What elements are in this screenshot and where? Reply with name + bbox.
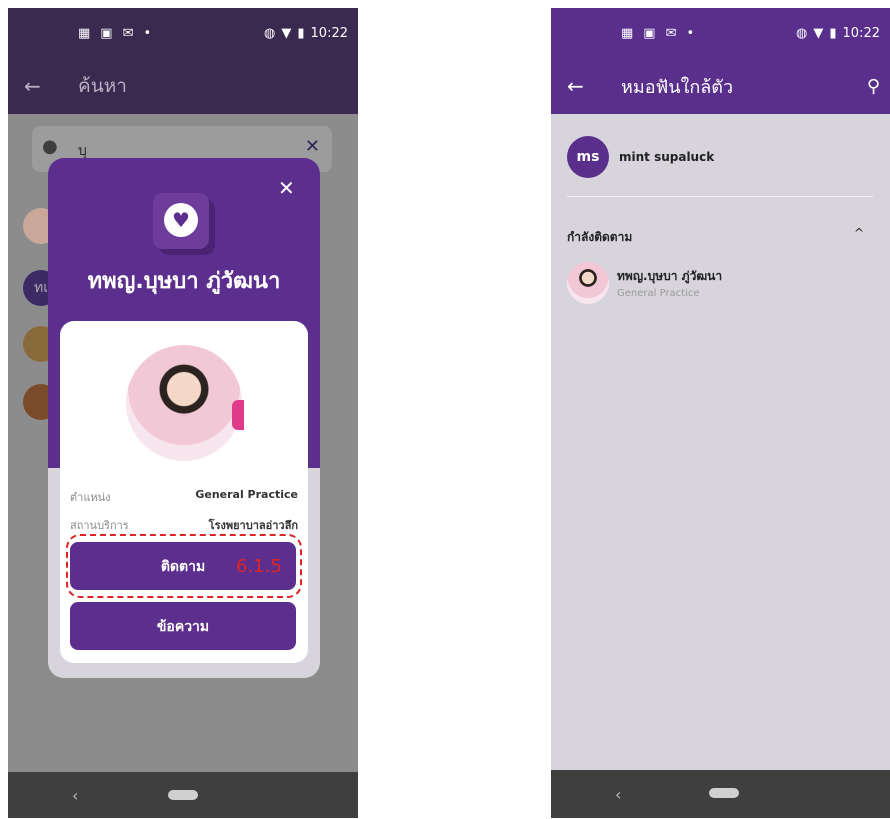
dot-icon: • [686,25,695,41]
nav-back-icon[interactable]: ‹ [72,786,78,805]
page-title: ค้นหา [78,75,127,97]
divider [567,196,873,197]
calendar-icon: ▦ [78,25,91,41]
clear-icon[interactable]: ✕ [305,136,320,157]
person-icon: ● [42,136,58,157]
app-bar: ← หมอฟันใกล้ตัว ⚲ [551,58,890,114]
nav-home-button[interactable] [709,788,739,798]
nav-home-button[interactable] [168,790,198,800]
battery-icon: ▮ [829,25,837,41]
sheet-icon: ▣ [643,25,656,41]
annotation-step-label: 6.1.5 [236,556,282,577]
avatar [567,262,609,304]
phone-left: ▦ ▣ ✉ • ◍ ▼ ▮ 10:22 ← ค้นหา ● บุ ✕ ทเ ✕ … [8,8,358,818]
list-item[interactable]: ทพญ.บุษบา ภู่วัฒนา General Practice [567,262,722,304]
system-icons: ◍ ▼ ▮ 10:22 [264,26,348,41]
back-button[interactable]: ← [567,74,584,98]
app-logo: ♥ [153,193,209,249]
following-section-title: กำลังติดตาม [567,230,633,244]
list-item-text: ทพญ.บุษบา ภู่วัฒนา General Practice [617,267,722,299]
gmail-icon: ✉ [665,25,677,41]
position-label: ตำแหน่ง [70,491,111,504]
search-icon[interactable]: ⚲ [867,76,880,97]
position-value: General Practice [195,488,298,501]
tooth-icon: ♥ [164,203,198,237]
app-bar: ← ค้นหา [8,58,358,114]
status-bar: ▦ ▣ ✉ • ◍ ▼ ▮ 10:22 [8,8,358,58]
vibrate-icon: ◍ [796,25,808,41]
wifi-icon: ▼ [813,25,824,41]
status-bar: ▦ ▣ ✉ • ◍ ▼ ▮ 10:22 [551,8,890,58]
clock: 10:22 [842,25,880,41]
back-button[interactable]: ← [24,74,41,98]
battery-icon: ▮ [297,25,305,41]
phone-right: ▦ ▣ ✉ • ◍ ▼ ▮ 10:22 ← หมอฟันใกล้ตัว ⚲ ms… [551,8,890,818]
doctor-photo [126,345,242,461]
doctor-name: ทพญ.บุษบา ภู่วัฒนา [617,269,723,283]
dot-icon: • [143,25,152,41]
message-button[interactable]: ข้อความ [70,602,296,650]
doctor-specialty: General Practice [617,288,700,299]
gmail-icon: ✉ [122,25,134,41]
vibrate-icon: ◍ [264,25,276,41]
notification-icons: ▦ ▣ ✉ • [621,26,694,41]
user-profile-row[interactable]: ms mint supaluck [567,136,714,178]
facility-label: สถานบริการ [70,519,129,532]
facility-value: โรงพยาบาลอ่าวลึก [208,519,298,532]
doctor-name: ทพญ.บุษบา ภู่วัฒนา [87,269,281,294]
nav-bar: ‹ [551,770,890,818]
avatar: ms [567,136,609,178]
notification-icons: ▦ ▣ ✉ • [78,26,151,41]
nav-bar: ‹ [8,772,358,818]
sheet-icon: ▣ [100,25,113,41]
calendar-icon: ▦ [621,25,634,41]
page-title: หมอฟันใกล้ตัว [621,76,734,98]
user-name: mint supaluck [619,150,715,164]
chevron-up-icon[interactable]: ^ [854,226,864,240]
system-icons: ◍ ▼ ▮ 10:22 [796,26,880,41]
nav-back-icon[interactable]: ‹ [615,785,621,804]
photo-accent [232,400,244,430]
wifi-icon: ▼ [281,25,292,41]
close-icon[interactable]: ✕ [278,176,295,200]
clock: 10:22 [310,25,348,41]
